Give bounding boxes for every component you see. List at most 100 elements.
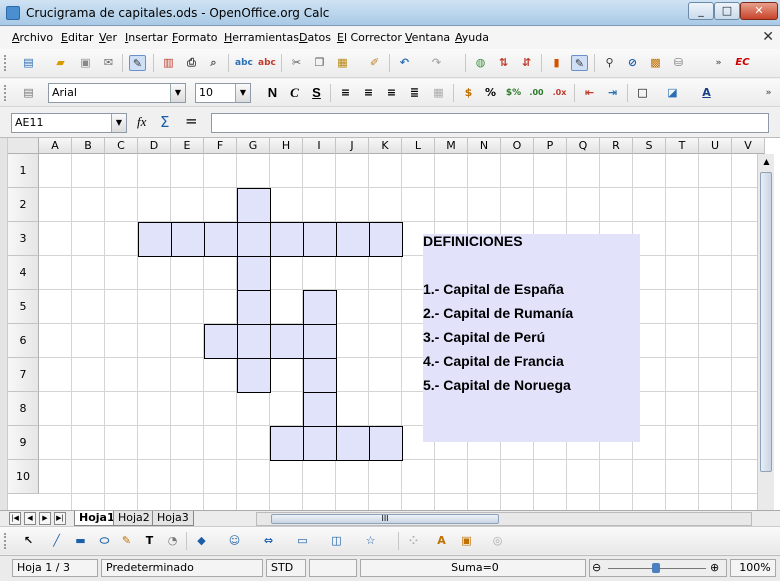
points-icon[interactable]: ⁘ [405, 533, 422, 549]
crossword-cell-g3[interactable] [237, 222, 271, 257]
sort-descending-icon[interactable]: ⇵ [518, 55, 535, 71]
menu-ventana[interactable]: Ventana [405, 31, 450, 44]
toolbar-grip[interactable] [4, 85, 8, 101]
add-decimal-icon[interactable]: .00 [528, 85, 545, 101]
font-size-combo[interactable]: 10 ▼ [195, 83, 251, 103]
close-document-icon[interactable]: ✕ [762, 29, 774, 45]
menu-insertar[interactable]: Insertar [125, 31, 168, 44]
format-paintbrush-icon[interactable]: ✐ [366, 55, 383, 71]
align-center-icon[interactable]: ≡ [360, 85, 377, 101]
zoom-level[interactable]: 100% [730, 559, 776, 577]
column-header-q[interactable]: Q [567, 138, 600, 154]
fontwork-icon[interactable]: A [433, 533, 450, 549]
crossword-cell-k3[interactable] [369, 222, 403, 257]
column-header-s[interactable]: S [633, 138, 666, 154]
toolbar-grip[interactable] [4, 533, 8, 549]
crossword-cell-i9[interactable] [303, 426, 337, 461]
font-name-combo[interactable]: Arial ▼ [48, 83, 186, 103]
gallery-icon[interactable]: ▩ [647, 55, 664, 71]
row-header-8[interactable]: 8 [8, 392, 39, 426]
merge-cells-icon[interactable]: ▦ [430, 85, 447, 101]
crossword-cell-i8[interactable] [303, 392, 337, 427]
copy-icon[interactable]: ❐ [311, 55, 328, 71]
line-tool-icon[interactable]: ╱ [48, 533, 65, 549]
text-tool-icon[interactable]: T [141, 533, 158, 549]
horizontal-scroll-thumb[interactable]: III [271, 514, 499, 524]
column-header-j[interactable]: J [336, 138, 369, 154]
crossword-cell-i6[interactable] [303, 324, 337, 359]
underline-button[interactable]: S [308, 85, 325, 101]
crossword-cell-g7[interactable] [237, 358, 271, 393]
crossword-cell-g2[interactable] [237, 188, 271, 223]
new-document-icon[interactable]: ▤ [20, 55, 37, 71]
column-header-v[interactable]: V [732, 138, 765, 154]
close-window-button[interactable]: ✕ [740, 2, 778, 20]
align-right-icon[interactable]: ≡ [383, 85, 400, 101]
row-header-1[interactable]: 1 [8, 154, 39, 188]
scroll-up-icon[interactable]: ▲ [758, 154, 775, 170]
stars-icon[interactable]: ☆ [362, 533, 379, 549]
selection-mode-indicator[interactable]: STD [266, 559, 306, 577]
row-header-9[interactable]: 9 [8, 426, 39, 460]
column-header-u[interactable]: U [699, 138, 732, 154]
menu-formato[interactable]: Formato [172, 31, 218, 44]
basic-shapes-icon[interactable]: ◆ [193, 533, 210, 549]
background-color-icon[interactable]: ◪ [664, 85, 681, 101]
decrease-indent-icon[interactable]: ⇤ [581, 85, 598, 101]
chart-icon[interactable]: ▮ [548, 55, 565, 71]
chevron-down-icon[interactable]: ▼ [170, 84, 185, 102]
column-header-l[interactable]: L [402, 138, 435, 154]
sum-indicator[interactable]: Suma=0 [360, 559, 586, 577]
column-header-p[interactable]: P [534, 138, 567, 154]
freeform-tool-icon[interactable]: ✎ [118, 533, 135, 549]
crossword-cell-i3[interactable] [303, 222, 337, 257]
block-arrows-icon[interactable]: ⇔ [260, 533, 277, 549]
cut-icon[interactable]: ✂ [288, 55, 305, 71]
zoom-in-icon[interactable]: ⊕ [710, 560, 719, 576]
menu-el-corrector[interactable]: El Corrector [337, 31, 402, 44]
column-header-b[interactable]: B [72, 138, 105, 154]
column-header-i[interactable]: I [303, 138, 336, 154]
column-header-d[interactable]: D [138, 138, 171, 154]
crossword-cell-g5[interactable] [237, 290, 271, 325]
corrector-ec-icon[interactable]: EC [734, 55, 751, 71]
toolbar-overflow-icon[interactable]: » [710, 55, 727, 71]
export-pdf-icon[interactable]: ▥ [160, 55, 177, 71]
select-all-corner[interactable] [8, 138, 39, 154]
column-header-o[interactable]: O [501, 138, 534, 154]
vertical-scroll-thumb[interactable] [760, 172, 772, 472]
column-header-r[interactable]: R [600, 138, 633, 154]
column-header-c[interactable]: C [105, 138, 138, 154]
menu-archivo[interactable]: Archivo [12, 31, 53, 44]
horizontal-scrollbar[interactable]: III [256, 512, 752, 526]
column-header-h[interactable]: H [270, 138, 303, 154]
column-header-k[interactable]: K [369, 138, 402, 154]
column-header-t[interactable]: T [666, 138, 699, 154]
crossword-cell-f6[interactable] [204, 324, 238, 359]
standard-number-format-icon[interactable]: $% [505, 85, 522, 101]
toolbar-grip[interactable] [4, 55, 8, 71]
increase-indent-icon[interactable]: ⇥ [604, 85, 621, 101]
redo-icon[interactable]: ↷ [428, 55, 445, 71]
italic-button[interactable]: C [286, 85, 303, 101]
sort-ascending-icon[interactable]: ⇅ [495, 55, 512, 71]
spellcheck-icon[interactable]: abc [235, 55, 253, 71]
undo-icon[interactable]: ↶ [396, 55, 413, 71]
find-replace-icon[interactable]: ⚲ [601, 55, 618, 71]
extrusion-icon[interactable]: ◎ [489, 533, 506, 549]
print-preview-icon[interactable]: ⌕ [205, 55, 222, 71]
autospellcheck-icon[interactable]: abc [258, 55, 276, 71]
crossword-cell-f3[interactable] [204, 222, 238, 257]
borders-icon[interactable]: □ [634, 85, 651, 101]
row-header-3[interactable]: 3 [8, 222, 39, 256]
menu-herramientas[interactable]: Herramientas [224, 31, 299, 44]
crossword-cell-i7[interactable] [303, 358, 337, 393]
crossword-cell-g4[interactable] [237, 256, 271, 291]
navigator-icon[interactable]: ⊘ [624, 55, 641, 71]
maximize-button[interactable]: □ [714, 2, 740, 20]
column-header-a[interactable]: A [39, 138, 72, 154]
formula-input[interactable] [211, 113, 769, 133]
next-sheet-icon[interactable]: ▶ [39, 512, 51, 525]
chevron-down-icon[interactable]: ▼ [235, 84, 250, 102]
callout-tool-icon[interactable]: ◔ [164, 533, 181, 549]
